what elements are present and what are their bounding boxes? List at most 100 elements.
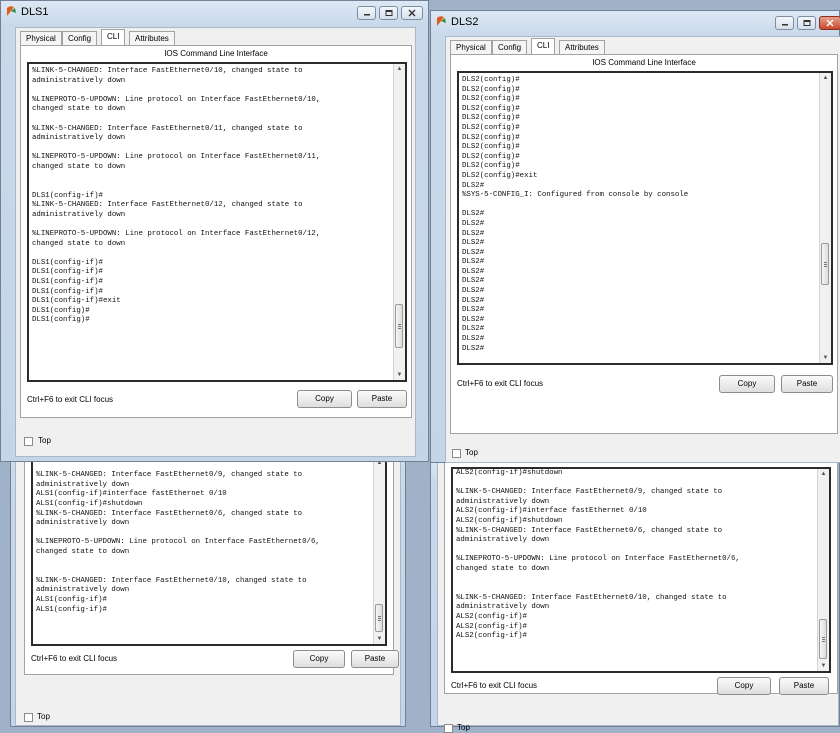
scroll-up-arrow-icon[interactable]: ▲ <box>820 73 831 83</box>
console-line: %LINK-5-CHANGED: Interface FastEthernet0… <box>456 593 727 602</box>
console-line: DLS2# <box>462 229 485 238</box>
tab-attributes[interactable]: Attributes <box>129 31 175 45</box>
window-title: DLS2 <box>451 16 479 28</box>
vertical-scrollbar[interactable]: ▲ ▼ <box>393 64 405 380</box>
console-output: ALS2(config-if)#shutdown %LINK-5-CHANGED:… <box>456 469 815 669</box>
copy-button[interactable]: Copy <box>293 650 345 668</box>
console-line: %LINEPROTO-5-UPDOWN: Line protocol on In… <box>32 153 321 162</box>
tab-attributes[interactable]: Attributes <box>559 40 605 54</box>
console-line: %LINK-5-CHANGED: Interface FastEthernet0… <box>36 576 307 585</box>
scroll-thumb[interactable] <box>819 619 827 659</box>
console-line: DLS2# <box>462 277 485 286</box>
console-line: administratively down <box>456 497 550 506</box>
tab-config[interactable]: Config <box>62 31 98 45</box>
console-line: DLS1(config-if)# <box>32 191 103 200</box>
console-line: administratively down <box>456 536 550 545</box>
top-label: Top <box>37 712 50 721</box>
console-line: DLS2# <box>462 258 485 267</box>
title-bar[interactable]: DLS2 <box>431 11 840 33</box>
console-line: changed state to down <box>32 239 126 248</box>
paste-button[interactable]: Paste <box>357 390 407 408</box>
console-line: DLS2# <box>462 287 485 296</box>
close-button[interactable] <box>401 6 423 20</box>
cli-console[interactable]: ALS2(config-if)#shutdown %LINK-5-CHANGED:… <box>451 467 831 673</box>
scroll-thumb[interactable] <box>395 304 403 348</box>
console-line: DLS2# <box>462 325 485 334</box>
top-checkbox[interactable] <box>24 713 33 722</box>
scroll-up-arrow-icon[interactable]: ▲ <box>818 469 829 479</box>
console-line: DLS2# <box>462 306 485 315</box>
top-checkbox[interactable] <box>24 437 33 446</box>
console-line: DLS2# <box>462 181 485 190</box>
focus-hint: Ctrl+F6 to exit CLI focus <box>27 395 114 404</box>
console-line: %LINEPROTO-5-UPDOWN: Line protocol on In… <box>456 555 740 564</box>
console-line: ALS2(config-if)#interface fastEthernet 0… <box>456 507 647 516</box>
console-line: DLS2(config)# <box>462 133 520 142</box>
console-line: %LINEPROTO-5-UPDOWN: Line protocol on In… <box>36 538 320 547</box>
scroll-down-arrow-icon[interactable]: ▼ <box>818 661 829 671</box>
tab-physical[interactable]: Physical <box>20 31 62 45</box>
console-line: %LINK-5-CHANGED: Interface FastEthernet0… <box>456 488 723 497</box>
console-line: administratively down <box>32 134 126 143</box>
scroll-down-arrow-icon[interactable]: ▼ <box>374 634 385 644</box>
maximize-button[interactable] <box>379 6 398 20</box>
panel-title: IOS Command Line Interface <box>592 58 696 67</box>
close-button[interactable] <box>819 16 840 30</box>
dls1-window: DLS1 Physical Config CLI Attributes IOS … <box>0 0 429 462</box>
vertical-scrollbar[interactable]: ▲ ▼ <box>373 458 385 644</box>
minimize-button[interactable] <box>775 16 794 30</box>
console-line: %LINK-5-CHANGED: Interface FastEthernet0… <box>36 509 303 518</box>
console-line: ALS2(config-if)# <box>456 612 527 621</box>
title-bar[interactable]: DLS1 <box>1 1 428 23</box>
paste-button[interactable]: Paste <box>779 677 829 695</box>
scroll-down-arrow-icon[interactable]: ▼ <box>394 370 405 380</box>
console-line: %LINK-5-CHANGED: Interface FastEthernet0… <box>32 124 303 133</box>
console-output: DLS2(config)# DLS2(config)# DLS2(config)# D… <box>462 76 817 361</box>
cli-panel: IOS Command Line Interface %LINK-5-CHANG… <box>20 45 412 418</box>
copy-button[interactable]: Copy <box>297 390 352 408</box>
paste-button[interactable]: Paste <box>781 375 833 393</box>
console-line: administratively down <box>456 603 550 612</box>
tab-physical[interactable]: Physical <box>450 40 492 54</box>
minimize-icon <box>781 24 788 26</box>
console-line: ALS1(config-if)# <box>36 605 107 614</box>
console-line: %LINK-5-CHANGED: Interface FastEthernet0… <box>32 201 303 210</box>
scroll-thumb[interactable] <box>821 243 829 285</box>
tab-config[interactable]: Config <box>492 40 528 54</box>
paste-button[interactable]: Paste <box>351 650 399 668</box>
copy-button[interactable]: Copy <box>719 375 775 393</box>
vertical-scrollbar[interactable]: ▲ ▼ <box>817 469 829 671</box>
cli-console[interactable]: ALS1(config-if)#shutdown%LINK-5-CHANGED:… <box>31 456 387 646</box>
maximize-button[interactable] <box>797 16 816 30</box>
console-line: DLS1(config-if)# <box>32 278 103 287</box>
console-line: DLS2# <box>462 344 485 353</box>
top-checkbox[interactable] <box>444 724 453 733</box>
vertical-scrollbar[interactable]: ▲ ▼ <box>819 73 831 363</box>
scroll-up-arrow-icon[interactable]: ▲ <box>394 64 405 74</box>
scroll-down-arrow-icon[interactable]: ▼ <box>820 353 831 363</box>
minimize-button[interactable] <box>357 6 376 20</box>
console-line: ALS2(config-if)# <box>456 622 527 631</box>
console-line: DLS2# <box>462 239 485 248</box>
console-line: administratively down <box>32 210 126 219</box>
top-checkbox[interactable] <box>452 449 461 458</box>
tab-cli[interactable]: CLI <box>531 38 556 55</box>
tab-cli[interactable]: CLI <box>101 29 126 46</box>
scroll-thumb[interactable] <box>375 604 383 632</box>
cli-panel: ALS1(config-if)#shutdown%LINK-5-CHANGED:… <box>24 447 399 675</box>
console-line: changed state to down <box>32 162 126 171</box>
copy-button[interactable]: Copy <box>717 677 771 695</box>
cli-console[interactable]: %LINK-5-CHANGED: Interface FastEthernet0… <box>27 62 407 382</box>
console-line: administratively down <box>36 586 130 595</box>
client-area: Physical Config CLI Attributes IOS Comma… <box>15 27 416 457</box>
console-line: DLS2(config)# <box>462 143 520 152</box>
cli-console[interactable]: DLS2(config)# DLS2(config)# DLS2(config)# D… <box>457 71 833 365</box>
console-line: ALS2(config-if)# <box>456 632 527 641</box>
